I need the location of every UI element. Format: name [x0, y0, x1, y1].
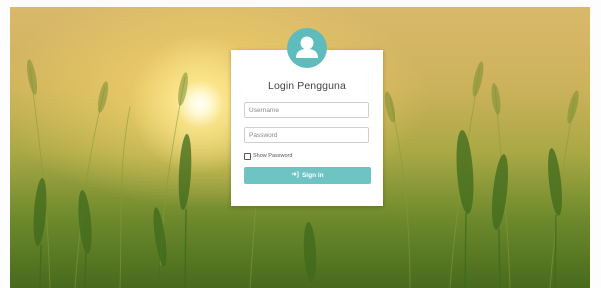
user-icon: [296, 36, 318, 58]
password-input[interactable]: [244, 127, 369, 143]
show-password-toggle[interactable]: Show Password: [244, 152, 292, 160]
sign-in-label: Sign in: [301, 172, 324, 179]
sign-in-button[interactable]: ➜] Sign in: [244, 167, 371, 184]
show-password-label: Show Password: [253, 153, 293, 159]
show-password-checkbox[interactable]: [244, 152, 251, 160]
login-title: Login Pengguna: [268, 80, 346, 92]
sign-in-icon: ➜]: [291, 171, 299, 179]
avatar: [287, 28, 327, 68]
username-input[interactable]: [244, 102, 369, 118]
